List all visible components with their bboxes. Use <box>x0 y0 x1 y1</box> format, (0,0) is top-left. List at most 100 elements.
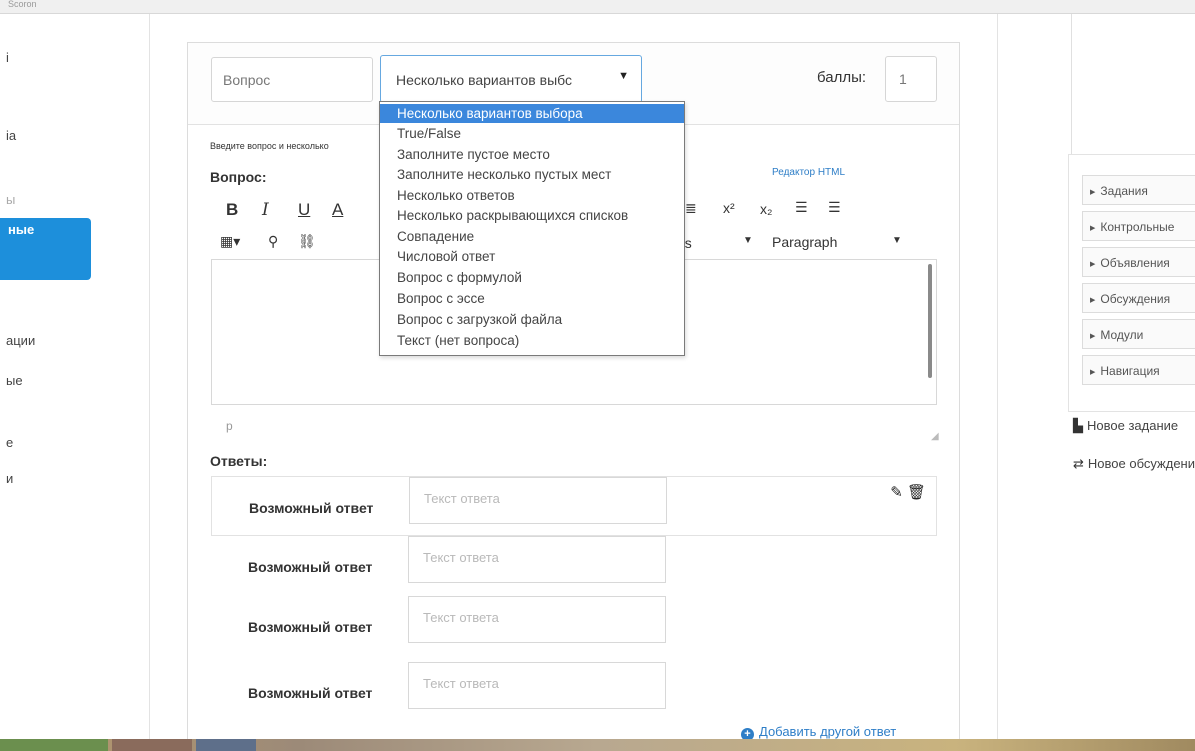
pencil-icon[interactable]: ✎ <box>890 484 903 501</box>
superscript-button[interactable]: x² <box>723 200 735 216</box>
right-sidebar: ▶ Задания ▶ Контрольные ▶ Объявления ▶ Обсуж… <box>997 14 1195 739</box>
dropdown-option[interactable]: Несколько вариантов выбора <box>380 104 684 123</box>
answer-text-input[interactable]: Текст ответа <box>408 536 666 583</box>
document-icon: ▙ <box>1073 418 1083 433</box>
dropdown-option[interactable]: Вопрос с формулой <box>380 268 684 287</box>
dropdown-option[interactable]: Совпадение <box>380 227 684 246</box>
taskbar-segment[interactable] <box>112 739 192 751</box>
answer-label: Возможный ответ <box>248 685 373 701</box>
triangle-right-icon: ▶ <box>1090 189 1096 196</box>
dropdown-option[interactable]: Текст (нет вопроса) <box>380 331 684 350</box>
nav-item-5[interactable]: ации <box>6 333 35 348</box>
panel-item-label: Обсуждения <box>1100 292 1171 306</box>
panel-item-label: Объявления <box>1100 256 1170 270</box>
answer-row: Возможный ответ Текст ответа <box>211 536 937 596</box>
numbered-list-button[interactable]: ☰ <box>828 199 841 216</box>
editor-path-tag: p <box>226 419 233 433</box>
panel-item-label: Контрольные <box>1100 220 1175 234</box>
nav-item-2[interactable]: ia <box>6 128 16 143</box>
editor-scrollbar[interactable] <box>928 264 932 378</box>
dropdown-option[interactable]: Заполните несколько пустых мест <box>380 165 684 184</box>
panel-item-discussions[interactable]: ▶ Обсуждения <box>1082 283 1195 313</box>
panel-item-label: Навигация <box>1100 364 1160 378</box>
top-cut-text: Scoron <box>8 0 37 9</box>
underline-button[interactable]: U <box>298 200 310 220</box>
triangle-right-icon: ▶ <box>1090 297 1096 304</box>
answers-label: Ответы: <box>210 453 268 469</box>
new-discussion-label: Новое обсуждение <box>1087 456 1195 471</box>
panel-item-quizzes[interactable]: ▶ Контрольные <box>1082 211 1195 241</box>
answer-text-input[interactable]: Текст ответа <box>408 596 666 643</box>
new-assignment-label: Новое задание <box>1087 418 1179 433</box>
answer-row: Возможный ответ Текст ответа <box>211 662 937 722</box>
link-button[interactable]: ⚲ <box>268 233 278 250</box>
nav-item-6[interactable]: ые <box>6 373 23 388</box>
question-type-value: Несколько вариантов выбс <box>396 72 572 88</box>
answer-label: Возможный ответ <box>248 619 373 635</box>
dropdown-option[interactable]: Несколько раскрывающихся списков <box>380 206 684 225</box>
answer-text-input[interactable]: Текст ответа <box>408 662 666 709</box>
nav-item-7[interactable]: е <box>6 435 13 450</box>
unlink-button[interactable]: ⛓ <box>298 233 316 250</box>
taskbar-segment[interactable] <box>196 739 256 751</box>
table-button[interactable]: ▦▾ <box>220 233 240 250</box>
italic-button[interactable]: I <box>262 200 269 220</box>
answer-row: Возможный ответ Текст ответа ✎ 🗑 <box>211 476 937 536</box>
panel-item-assignments[interactable]: ▶ Задания <box>1082 175 1195 205</box>
answer-tools: ✎ 🗑 <box>890 483 926 501</box>
question-name-input[interactable]: Вопрос <box>211 57 373 102</box>
dropdown-option[interactable]: Несколько ответов <box>380 186 684 205</box>
panel-item-announcements[interactable]: ▶ Объявления <box>1082 247 1195 277</box>
os-taskbar <box>0 739 1195 751</box>
course-navigation-panel: ▶ Задания ▶ Контрольные ▶ Объявления ▶ Обсуж… <box>1068 154 1195 412</box>
resize-handle-icon[interactable]: ◢ <box>931 431 939 442</box>
left-navigation: i ia ы ные ации ые е и <box>0 14 150 739</box>
caret-down-icon: ▼ <box>618 70 629 82</box>
triangle-right-icon: ▶ <box>1090 225 1096 232</box>
points-input[interactable]: 1 <box>885 56 937 102</box>
dropdown-option[interactable]: Числовой ответ <box>380 247 684 266</box>
new-assignment-link[interactable]: ▙ Новое задание <box>1073 418 1178 434</box>
nav-item-1[interactable]: i <box>6 50 9 65</box>
dropdown-option[interactable]: True/False <box>380 124 684 143</box>
paragraph-select[interactable]: Paragraph <box>772 234 837 250</box>
question-label: Вопрос: <box>210 169 267 185</box>
styles-caret-icon[interactable]: ▼ <box>743 235 753 246</box>
panel-item-label: Задания <box>1100 184 1148 198</box>
triangle-right-icon: ▶ <box>1090 261 1096 268</box>
font-color-button[interactable]: A <box>332 200 343 220</box>
dropdown-option[interactable]: Заполните пустое место <box>380 145 684 164</box>
question-instructions: Введите вопрос и несколько <box>210 141 329 151</box>
discussion-icon: ⇄ <box>1073 456 1084 471</box>
points-label: баллы: <box>817 69 867 86</box>
panel-item-modules[interactable]: ▶ Модули <box>1082 319 1195 349</box>
add-answer-label: Добавить другой ответ <box>759 724 897 739</box>
nav-item-8[interactable]: и <box>6 471 13 486</box>
panel-item-navigation[interactable]: ▶ Навигация <box>1082 355 1195 385</box>
html-editor-link[interactable]: Редактор HTML <box>772 167 845 178</box>
paragraph-caret-icon[interactable]: ▼ <box>892 235 902 246</box>
dropdown-option[interactable]: Вопрос с эссе <box>380 289 684 308</box>
nav-item-active-label: ные <box>8 222 35 237</box>
align-button[interactable]: ≣ <box>685 200 697 217</box>
answer-label: Возможный ответ <box>249 500 374 516</box>
question-type-dropdown: Несколько вариантов выбора True/False За… <box>379 101 685 356</box>
panel-item-label: Модули <box>1100 328 1144 342</box>
left-nav-divider <box>149 14 150 739</box>
bold-button[interactable]: B <box>226 200 238 220</box>
answer-text-input[interactable]: Текст ответа <box>409 477 667 524</box>
answer-row: Возможный ответ Текст ответа <box>211 596 937 656</box>
trash-icon[interactable]: 🗑 <box>907 484 926 501</box>
nav-item-active[interactable]: ные <box>0 218 91 280</box>
nav-item-3[interactable]: ы <box>6 192 15 207</box>
right-top-box <box>1071 14 1195 169</box>
new-discussion-link[interactable]: ⇄ Новое обсуждение <box>1073 456 1195 472</box>
bullet-list-button[interactable]: ☰ <box>795 199 808 216</box>
browser-top-strip: Scoron <box>0 0 1195 14</box>
question-type-select[interactable]: Несколько вариантов выбс ▼ <box>380 55 642 103</box>
subscript-button[interactable]: x₂ <box>760 201 772 217</box>
taskbar-segment[interactable] <box>0 739 108 751</box>
triangle-right-icon: ▶ <box>1090 333 1096 340</box>
dropdown-option[interactable]: Вопрос с загрузкой файла <box>380 310 684 329</box>
answer-label: Возможный ответ <box>248 559 373 575</box>
